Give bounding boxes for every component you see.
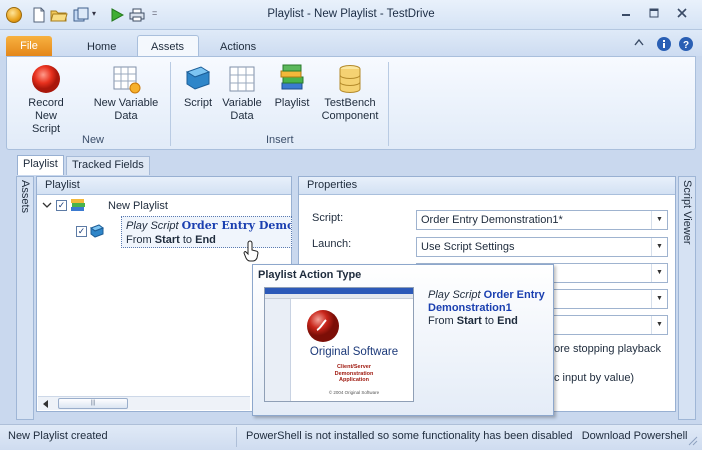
close-button[interactable] <box>672 7 692 23</box>
playlist-label: Playlist <box>274 97 310 109</box>
info-icon[interactable] <box>656 36 672 55</box>
script-button[interactable]: Script <box>178 64 218 124</box>
testbench-component-label: TestBench Component <box>321 97 379 122</box>
launch-field-label: Launch: <box>312 238 352 250</box>
tab-playlist[interactable]: Playlist <box>17 155 64 175</box>
collapse-ribbon-icon[interactable] <box>634 38 644 49</box>
tab-file[interactable]: File <box>6 36 52 56</box>
tooltip-title: Playlist Action Type <box>258 269 362 281</box>
script-name-link[interactable]: Order Entry Demonstration1 <box>182 219 291 232</box>
from-label: From <box>126 234 152 246</box>
scroll-left-arrow-icon[interactable] <box>42 399 50 411</box>
item-checkbox[interactable]: ✓ <box>76 226 87 237</box>
tab-home[interactable]: Home <box>87 41 116 57</box>
status-right-text[interactable]: PowerShell is not installed so some func… <box>246 430 687 442</box>
maximize-button[interactable] <box>644 7 664 23</box>
record-icon <box>31 64 61 94</box>
status-left-text: New Playlist created <box>8 430 108 442</box>
ribbon-group-separator <box>170 62 171 146</box>
tab-assets[interactable]: Assets <box>151 41 184 57</box>
launch-select[interactable]: Use Script Settings ▼ <box>416 237 668 257</box>
playlist-pane-header: Playlist <box>37 177 291 195</box>
new-variable-data-label: New Variable Data <box>93 97 159 122</box>
chevron-down-icon[interactable]: ▼ <box>651 211 667 229</box>
chevron-down-icon[interactable]: ▼ <box>651 264 667 282</box>
start-label: Start <box>154 234 180 246</box>
script-label: Script <box>183 97 213 109</box>
svg-text:?: ? <box>683 40 689 51</box>
thumb-copyright-text: © 2004 Original Software <box>328 390 380 395</box>
play-script-prefix: Play Script <box>126 220 179 232</box>
mouse-cursor-icon <box>242 240 260 265</box>
playlist-item-selected[interactable]: Play Script Order Entry Demonstration1 F… <box>121 216 292 248</box>
help-icon[interactable]: ? <box>678 36 694 55</box>
chevron-down-icon[interactable]: ▼ <box>651 316 667 334</box>
stop-playback-option-text[interactable]: ore stopping playback <box>554 343 661 355</box>
tooltip-to: to <box>484 315 495 327</box>
tooltip-prefix: Play Script <box>428 289 481 301</box>
playlist-books-icon <box>277 64 307 94</box>
script-field-label: Script: <box>312 212 344 224</box>
database-icon <box>335 64 365 94</box>
scroll-thumb[interactable]: ||| <box>58 398 128 409</box>
window-title: Playlist - New Playlist - TestDrive <box>267 8 435 20</box>
playlist-button[interactable]: Playlist <box>270 64 314 124</box>
script-select-value: Order Entry Demonstration1* <box>421 214 563 226</box>
record-new-script-label: Record New Script <box>28 97 64 135</box>
resize-grip-icon[interactable] <box>688 436 698 449</box>
input-by-value-option-text[interactable]: c input by value) <box>554 372 634 384</box>
thumb-brand-text: Original Software <box>309 346 399 358</box>
variable-data-button[interactable]: Variable Data <box>222 64 262 124</box>
playlist-root-icon <box>70 198 86 215</box>
script-viewer-side-label[interactable]: Script Viewer <box>681 180 693 245</box>
assets-side-label[interactable]: Assets <box>19 180 31 213</box>
root-checkbox[interactable]: ✓ <box>56 200 67 211</box>
testbench-component-button[interactable]: TestBench Component <box>318 64 382 124</box>
ribbon-group-separator <box>388 62 389 146</box>
chevron-down-icon[interactable]: ▼ <box>651 290 667 308</box>
chevron-down-icon[interactable]: ▼ <box>651 238 667 256</box>
tooltip-description: Play Script Order Entry Demonstration1 F… <box>428 289 550 328</box>
grid-icon <box>227 64 257 94</box>
original-software-logo-icon <box>305 308 341 347</box>
group-label-new: New <box>82 134 105 146</box>
launch-select-value: Use Script Settings <box>421 241 515 253</box>
tooltip-thumbnail: Original Software Client/Server Demonstr… <box>264 287 414 402</box>
record-new-script-button[interactable]: Record New Script <box>16 64 76 135</box>
tooltip-end: End <box>497 315 518 327</box>
to-label: to <box>182 234 193 246</box>
playlist-root-label[interactable]: New Playlist <box>108 200 168 212</box>
tab-tracked-fields[interactable]: Tracked Fields <box>66 156 150 175</box>
new-grid-icon <box>111 64 141 94</box>
group-label-insert: Insert <box>266 134 294 146</box>
new-variable-data-button[interactable]: New Variable Data <box>88 64 164 124</box>
thumb-subtitle-text: Client/Server Demonstration Application <box>334 364 374 383</box>
variable-data-label: Variable Data <box>222 97 262 122</box>
minimize-button[interactable] <box>616 7 636 23</box>
script-select[interactable]: Order Entry Demonstration1* ▼ <box>416 210 668 230</box>
tooltip-start: Start <box>456 315 482 327</box>
script-item-icon <box>89 224 105 241</box>
script-book-icon <box>183 64 213 94</box>
tooltip-from: From <box>428 315 454 327</box>
end-label: End <box>195 234 216 246</box>
status-separator <box>236 427 237 447</box>
tab-actions[interactable]: Actions <box>220 41 256 57</box>
expand-chevron-icon[interactable] <box>42 200 52 213</box>
properties-pane-header: Properties <box>299 177 675 195</box>
